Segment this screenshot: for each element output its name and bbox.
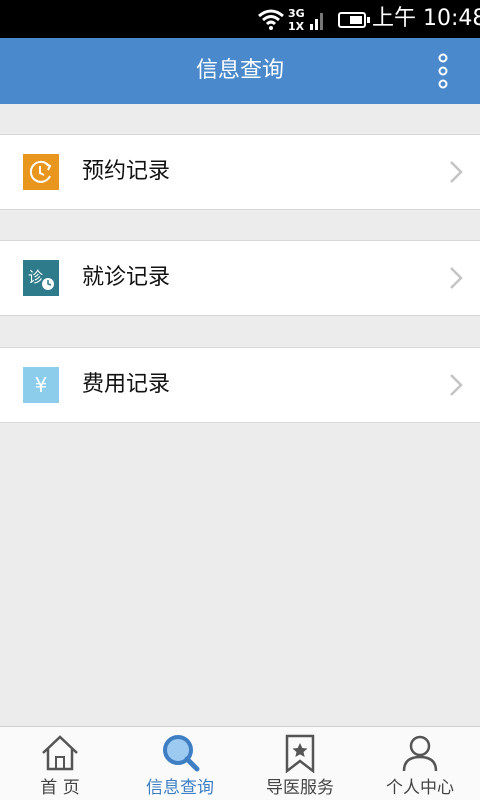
app-header: 信息查询: [0, 38, 480, 104]
diagnosis-clock-icon: 诊: [23, 260, 59, 296]
yuan-icon: ¥: [23, 367, 59, 403]
icon-glyph: ¥: [35, 373, 48, 397]
bookmark-star-icon: [285, 734, 315, 773]
tab-label: 导医服务: [266, 778, 334, 798]
status-bar: 3G 1X 上午 10:48: [0, 0, 480, 38]
tab-personal-center[interactable]: 个人中心: [360, 727, 480, 800]
network-1x-label: 1X: [288, 20, 305, 32]
page-title: 信息查询: [195, 58, 284, 83]
home-icon: [42, 735, 78, 771]
search-icon: [163, 735, 200, 772]
tab-label: 首 页: [40, 778, 80, 798]
menu-item-label: 预约记录: [82, 159, 171, 184]
tab-label: 信息查询: [146, 778, 214, 798]
bottom-tab-bar: 首 页 信息查询 导医服务 个人中心: [0, 726, 480, 800]
battery-icon: [338, 12, 370, 28]
tab-guide-service[interactable]: 导医服务: [240, 727, 360, 800]
tab-home[interactable]: 首 页: [0, 727, 120, 800]
menu-item-visit-records[interactable]: 诊 就诊记录: [0, 240, 480, 316]
chevron-right-icon: [450, 374, 463, 396]
person-icon: [402, 735, 438, 772]
clock-refresh-icon: [23, 154, 59, 190]
menu-item-label: 就诊记录: [82, 265, 171, 290]
menu-item-appointment-records[interactable]: 预约记录: [0, 134, 480, 210]
menu-item-expense-records[interactable]: ¥ 费用记录: [0, 347, 480, 423]
menu-item-label: 费用记录: [82, 372, 171, 397]
chevron-right-icon: [450, 161, 463, 183]
status-time: 上午 10:48: [372, 6, 480, 31]
signal-icon: 3G 1X: [288, 7, 323, 32]
network-3g-label: 3G: [288, 7, 305, 20]
tab-label: 个人中心: [386, 778, 454, 798]
tab-info-query[interactable]: 信息查询: [120, 727, 240, 800]
chevron-right-icon: [450, 267, 463, 289]
more-options-icon[interactable]: [436, 53, 450, 89]
wifi-icon: [258, 9, 284, 30]
icon-glyph: 诊: [28, 268, 43, 286]
